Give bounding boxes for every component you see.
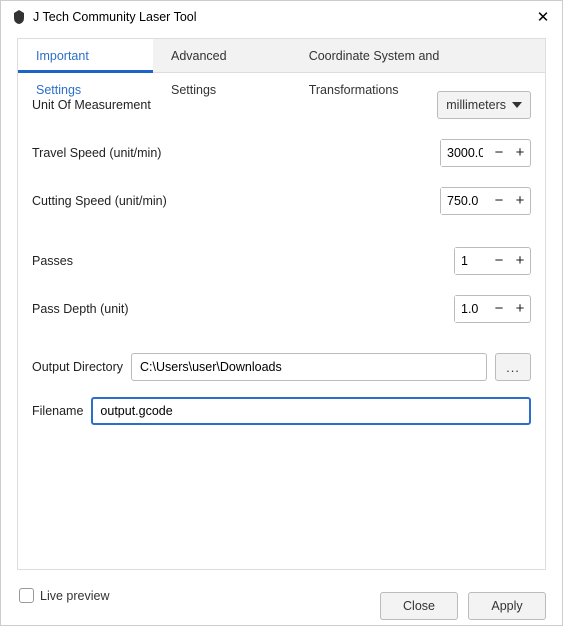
output-directory-label: Output Directory <box>32 360 123 374</box>
travel-speed-input[interactable] <box>441 140 489 166</box>
pass-depth-input[interactable] <box>455 296 489 322</box>
tab-coordinate-system[interactable]: Coordinate System and Transformations <box>291 39 545 72</box>
live-preview-checkbox[interactable]: Live preview <box>19 588 109 603</box>
cutting-speed-decrement[interactable]: − <box>489 188 509 214</box>
filename-label: Filename <box>32 404 83 418</box>
tab-advanced-settings[interactable]: Advanced Settings <box>153 39 291 72</box>
travel-speed-increment[interactable]: + <box>510 140 530 166</box>
travel-speed-label: Travel Speed (unit/min) <box>32 146 440 160</box>
tabstrip: Important Settings Advanced Settings Coo… <box>18 39 545 73</box>
travel-speed-spinner: − + <box>440 139 531 167</box>
close-icon[interactable]: ✕ <box>534 8 552 26</box>
apply-button[interactable]: Apply <box>468 592 546 620</box>
unit-dropdown-value: millimeters <box>446 98 506 112</box>
passes-spinner: − + <box>454 247 531 275</box>
pass-depth-spinner: − + <box>454 295 531 323</box>
travel-speed-decrement[interactable]: − <box>489 140 509 166</box>
dialog-panel: Important Settings Advanced Settings Coo… <box>17 38 546 570</box>
footer-buttons: Close Apply <box>380 592 546 620</box>
titlebar: J Tech Community Laser Tool ✕ <box>1 1 562 33</box>
pass-depth-label: Pass Depth (unit) <box>32 302 454 316</box>
output-directory-input[interactable] <box>131 353 487 381</box>
browse-button[interactable]: ... <box>495 353 531 381</box>
app-icon <box>11 9 27 25</box>
window-title: J Tech Community Laser Tool <box>33 10 534 24</box>
tab-panel-important: Unit Of Measurement millimeters Travel S… <box>18 73 545 569</box>
unit-label: Unit Of Measurement <box>32 98 437 112</box>
tab-important-settings[interactable]: Important Settings <box>18 39 153 73</box>
cutting-speed-label: Cutting Speed (unit/min) <box>32 194 440 208</box>
footer: Live preview Close Apply <box>1 570 562 626</box>
passes-increment[interactable]: + <box>510 248 530 274</box>
close-button[interactable]: Close <box>380 592 458 620</box>
unit-dropdown[interactable]: millimeters <box>437 91 531 119</box>
passes-decrement[interactable]: − <box>489 248 509 274</box>
passes-label: Passes <box>32 254 454 268</box>
passes-input[interactable] <box>455 248 489 274</box>
pass-depth-decrement[interactable]: − <box>489 296 509 322</box>
cutting-speed-spinner: − + <box>440 187 531 215</box>
checkbox-box <box>19 588 34 603</box>
cutting-speed-input[interactable] <box>441 188 489 214</box>
live-preview-label: Live preview <box>40 589 109 603</box>
cutting-speed-increment[interactable]: + <box>510 188 530 214</box>
chevron-down-icon <box>512 102 522 108</box>
filename-input[interactable] <box>91 397 531 425</box>
pass-depth-increment[interactable]: + <box>510 296 530 322</box>
